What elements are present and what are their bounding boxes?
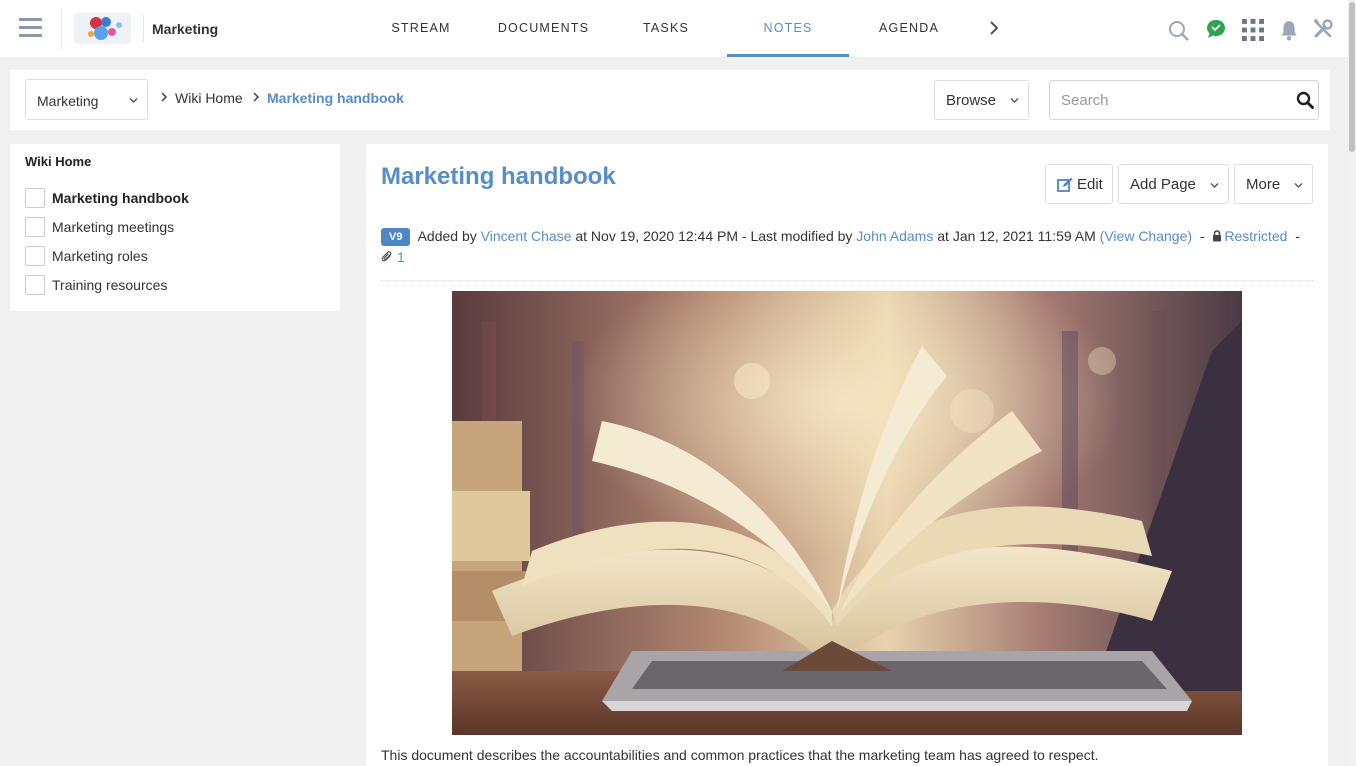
- breadcrumb-wiki-home[interactable]: Wiki Home: [175, 90, 243, 106]
- browse-label: Browse: [946, 92, 997, 109]
- chevron-down-icon: [1210, 183, 1219, 188]
- chevron-down-icon: [1010, 98, 1019, 103]
- chevron-down-icon: [1294, 183, 1303, 188]
- breadcrumb-current-page[interactable]: Marketing handbook: [267, 90, 404, 106]
- modified-at-text: at Jan 12, 2021 11:59 AM: [937, 228, 1096, 244]
- browse-dropdown[interactable]: Browse: [934, 80, 1029, 120]
- search-icon[interactable]: [1168, 20, 1190, 42]
- added-at-text: at Nov 19, 2020 12:44 PM - Last modified…: [575, 228, 853, 244]
- breadcrumb-chevron-icon: [253, 92, 260, 102]
- lock-icon: [1213, 230, 1222, 242]
- top-navigation-bar: Marketing STREAM DOCUMENTS TASKS NOTES A…: [0, 0, 1348, 57]
- tab-agenda[interactable]: AGENDA: [873, 0, 945, 57]
- add-page-label: Add Page: [1130, 176, 1196, 193]
- wiki-tree-panel: Wiki Home Marketing handbook Marketing m…: [10, 144, 340, 311]
- divider: [143, 15, 144, 42]
- bell-icon[interactable]: [1278, 19, 1300, 41]
- tree-item-label: Marketing roles: [52, 248, 148, 264]
- book-laptop-image: [452, 291, 1242, 735]
- tree-item-checkbox[interactable]: [25, 246, 45, 266]
- meta-separator: -: [1199, 228, 1205, 244]
- tree-title[interactable]: Wiki Home: [25, 154, 91, 169]
- more-button[interactable]: More: [1234, 164, 1313, 204]
- page-metadata: V9 Added by Vincent Chase at Nov 19, 202…: [381, 226, 1316, 268]
- tree-item-label: Training resources: [52, 277, 168, 293]
- edit-icon: [1057, 177, 1073, 192]
- breadcrumb-chevron-icon: [161, 92, 168, 102]
- view-change-link[interactable]: (View Change): [1100, 228, 1192, 244]
- apps-grid-icon[interactable]: [1242, 19, 1264, 41]
- edit-label: Edit: [1077, 176, 1103, 193]
- modifier-link[interactable]: John Adams: [856, 228, 933, 244]
- breadcrumb-bar: Marketing Wiki Home Marketing handbook B…: [10, 70, 1330, 130]
- page-title: Marketing handbook: [381, 163, 616, 190]
- chevron-right-icon[interactable]: [986, 19, 1002, 37]
- add-page-button[interactable]: Add Page: [1118, 164, 1229, 204]
- tree-item-label: Marketing handbook: [52, 190, 189, 206]
- tab-documents[interactable]: DOCUMENTS: [496, 0, 591, 57]
- tab-stream[interactable]: STREAM: [383, 0, 459, 57]
- tree-item-checkbox[interactable]: [25, 188, 45, 208]
- space-name[interactable]: Marketing: [152, 21, 218, 37]
- edit-button[interactable]: Edit: [1045, 164, 1113, 204]
- wiki-page-content: Marketing handbook Edit Add Page More V9…: [366, 144, 1328, 766]
- tools-icon[interactable]: [1312, 18, 1334, 40]
- tab-notes[interactable]: NOTES: [727, 0, 849, 57]
- search-icon[interactable]: [1296, 91, 1314, 109]
- menu-icon[interactable]: [19, 18, 42, 38]
- author-link[interactable]: Vincent Chase: [481, 228, 572, 244]
- scrollbar-thumb[interactable]: [1349, 2, 1355, 152]
- added-by-prefix: Added by: [417, 228, 477, 244]
- chevron-down-icon: [129, 97, 138, 103]
- page-scrollbar[interactable]: [1348, 0, 1356, 766]
- space-select[interactable]: Marketing: [25, 79, 148, 120]
- wiki-search: [1049, 80, 1319, 120]
- page-body-text: This document describes the accountabili…: [381, 747, 1099, 763]
- space-select-value: Marketing: [37, 93, 99, 109]
- tree-item-checkbox[interactable]: [25, 217, 45, 237]
- restricted-link[interactable]: Restricted: [1224, 228, 1287, 244]
- search-input[interactable]: [1050, 81, 1285, 119]
- meta-separator: -: [1295, 228, 1300, 244]
- divider: [61, 8, 62, 49]
- divider: [381, 280, 1313, 281]
- tree-item-checkbox[interactable]: [25, 275, 45, 295]
- tree-item-label: Marketing meetings: [52, 219, 175, 235]
- space-avatar[interactable]: [74, 13, 131, 44]
- tab-tasks[interactable]: TASKS: [636, 0, 696, 57]
- paperclip-icon: [381, 251, 392, 262]
- version-badge[interactable]: V9: [381, 228, 411, 246]
- attachments-count-link[interactable]: 1: [397, 249, 405, 265]
- more-label: More: [1246, 176, 1281, 193]
- chat-icon[interactable]: [1205, 18, 1227, 40]
